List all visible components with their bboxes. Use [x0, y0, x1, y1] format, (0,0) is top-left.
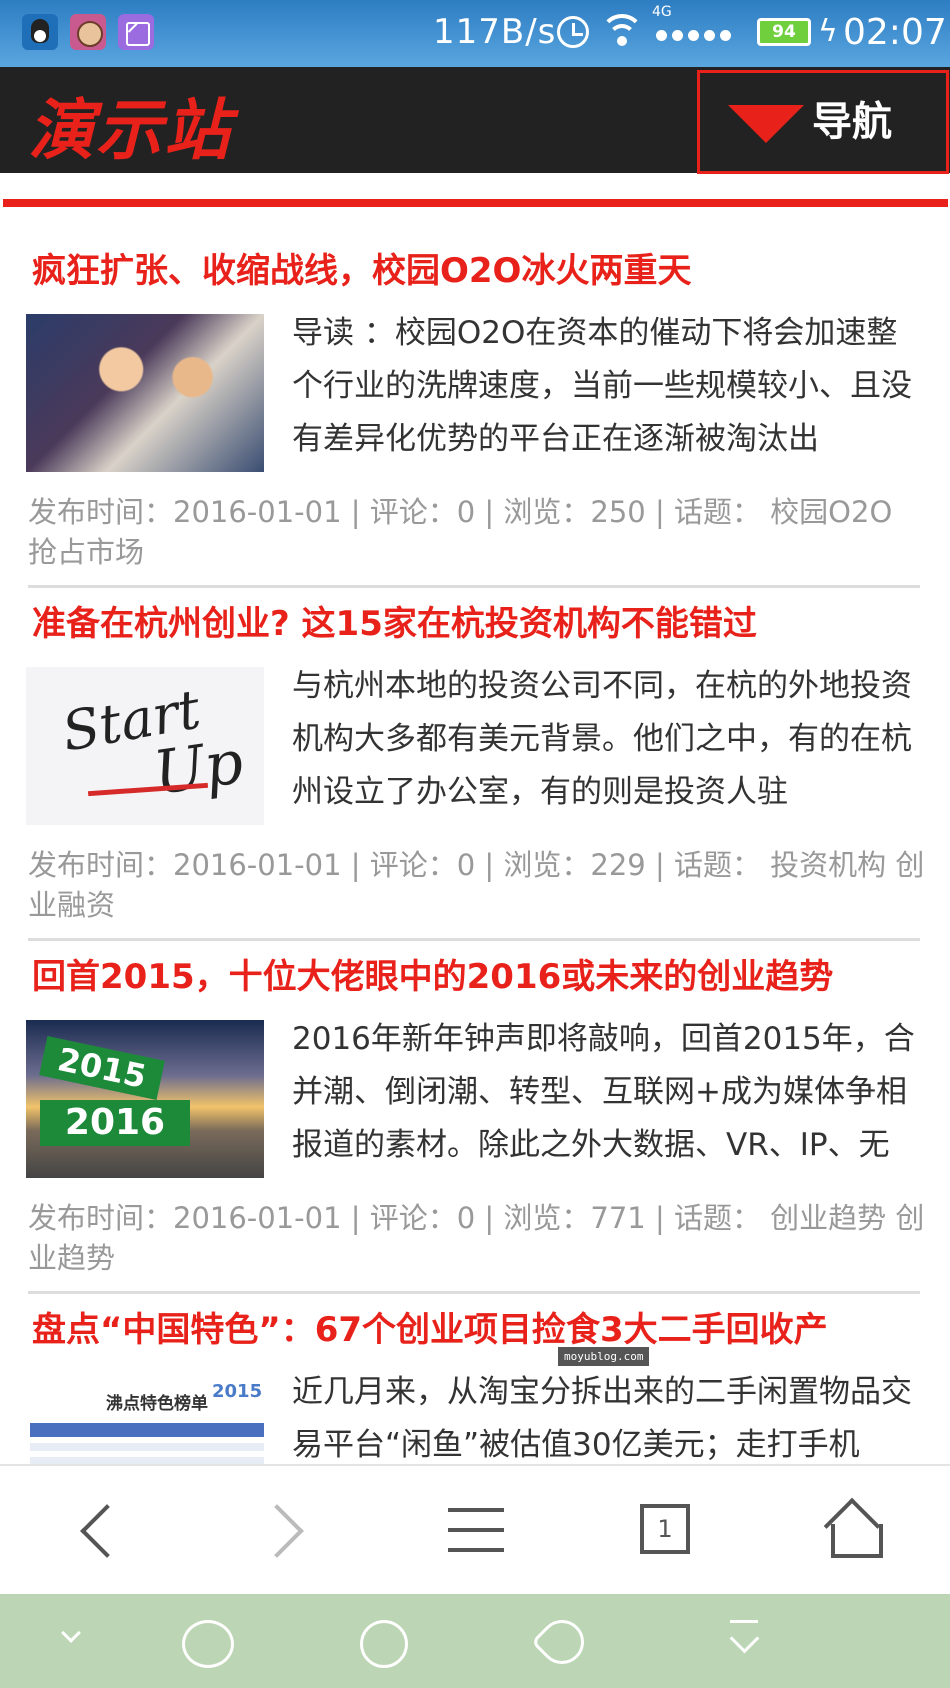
qq-icon — [22, 14, 58, 50]
thumbnail-text: Up — [149, 727, 248, 809]
thumbnail-text: 2016 — [40, 1100, 190, 1146]
article-title[interactable]: 回首2015，十位大佬眼中的2016或未来的创业趋势 — [32, 953, 932, 1001]
status-bar: 117B/s 4G 94 ϟ 02:07 — [0, 0, 950, 67]
home-icon[interactable] — [810, 1486, 900, 1576]
tabs-button[interactable]: 1 — [620, 1486, 710, 1576]
article-excerpt: 与杭州本地的投资公司不同，在杭的外地投资机构大多都有美元背景。他们之中，有的在杭… — [292, 668, 912, 810]
article-thumbnail[interactable] — [26, 314, 264, 472]
article-excerpt: 导读 ：校园O2O在资本的催动下将会加速整个行业的洗牌速度，当前一些规模较小、且… — [292, 315, 912, 457]
article-thumbnail[interactable]: 2015 2016 — [26, 1020, 264, 1178]
site-logo[interactable]: 演示站 — [28, 77, 232, 173]
article-divider — [28, 938, 920, 941]
article-item: 准备在杭州创业? 这15家在杭投资机构不能错过 Start Up 与杭州本地的投… — [0, 600, 950, 954]
chevron-down-icon[interactable] — [61, 1623, 81, 1643]
gallery-icon — [118, 14, 154, 50]
system-back-icon[interactable] — [530, 1610, 594, 1674]
alarm-icon — [557, 16, 589, 48]
hide-navbar-icon[interactable] — [722, 1620, 766, 1664]
signal-icon — [656, 26, 736, 45]
thumbnail-table-row — [30, 1443, 264, 1451]
system-navigation-bar — [0, 1594, 950, 1688]
screen: 117B/s 4G 94 ϟ 02:07 演示站 导航 疯狂扩张、收缩战线，校园… — [0, 0, 950, 1688]
article-item: 疯狂扩张、收缩战线，校园O2O冰火两重天 导读 ：校园O2O在资本的催动下将会加… — [0, 247, 950, 601]
triangle-down-icon — [728, 105, 804, 143]
article-meta: 发布时间：2016-01-01 | 评论：0 | 浏览：229 | 话题： 投资… — [28, 848, 925, 922]
article-title[interactable]: 盘点“中国特色”：67个创业项目捡食3大二手回收产 — [32, 1306, 932, 1354]
system-home-icon[interactable] — [360, 1620, 408, 1668]
thumbnail-text: 2015 — [212, 1381, 263, 1402]
battery-icon: 94 — [757, 18, 811, 46]
thumbnail-text: 2015 — [39, 1035, 165, 1101]
thumbnail-table-row — [30, 1457, 264, 1464]
article-meta: 发布时间：2016-01-01 | 评论：0 | 浏览：771 | 话题： 创业… — [28, 1201, 925, 1275]
article-excerpt: 近几月来，从淘宝分拆出来的二手闲置物品交易平台“闲鱼”被估值30亿美元；走打手机 — [292, 1374, 912, 1463]
tab-count: 1 — [640, 1504, 690, 1554]
network-type: 4G — [652, 4, 672, 20]
article-meta: 发布时间：2016-01-01 | 评论：0 | 浏览：250 | 话题： 校园… — [28, 495, 893, 569]
watermark: moyublog.com — [558, 1347, 650, 1366]
article-thumbnail[interactable]: 沸点特色榜单 2015 — [26, 1373, 264, 1464]
article-item: 盘点“中国特色”：67个创业项目捡食3大二手回收产 沸点特色榜单 2015 近几… — [0, 1306, 950, 1464]
site-header: 演示站 导航 — [0, 67, 950, 174]
charging-icon: ϟ — [818, 14, 838, 49]
article-title[interactable]: 疯狂扩张、收缩战线，校园O2O冰火两重天 — [32, 247, 932, 295]
forward-icon[interactable] — [240, 1486, 330, 1576]
pet-app-icon — [70, 14, 106, 50]
article-divider — [28, 585, 920, 588]
clock: 02:07 — [843, 12, 947, 53]
nav-menu-button[interactable]: 导航 — [697, 70, 949, 174]
recent-apps-icon[interactable] — [182, 1620, 234, 1668]
article-title[interactable]: 准备在杭州创业? 这15家在杭投资机构不能错过 — [32, 600, 932, 648]
article-divider — [28, 1291, 920, 1294]
thumbnail-text: 沸点特色榜单 — [106, 1394, 208, 1414]
browser-toolbar: 1 — [0, 1464, 950, 1594]
header-divider — [3, 199, 948, 207]
article-excerpt: 2016年新年钟声即将敲响，回首2015年，合并潮、倒闭潮、转型、互联网+成为媒… — [292, 1021, 915, 1163]
network-speed: 117B/s — [433, 12, 557, 52]
menu-icon[interactable] — [430, 1486, 520, 1576]
wifi-icon — [600, 12, 644, 50]
article-item: 回首2015，十位大佬眼中的2016或未来的创业趋势 2015 2016 201… — [0, 953, 950, 1307]
thumbnail-table-header — [30, 1423, 264, 1437]
article-list: 疯狂扩张、收缩战线，校园O2O冰火两重天 导读 ：校园O2O在资本的催动下将会加… — [0, 207, 950, 1464]
nav-menu-label: 导航 — [812, 99, 892, 145]
back-icon[interactable] — [50, 1486, 140, 1576]
article-thumbnail[interactable]: Start Up — [26, 667, 264, 825]
